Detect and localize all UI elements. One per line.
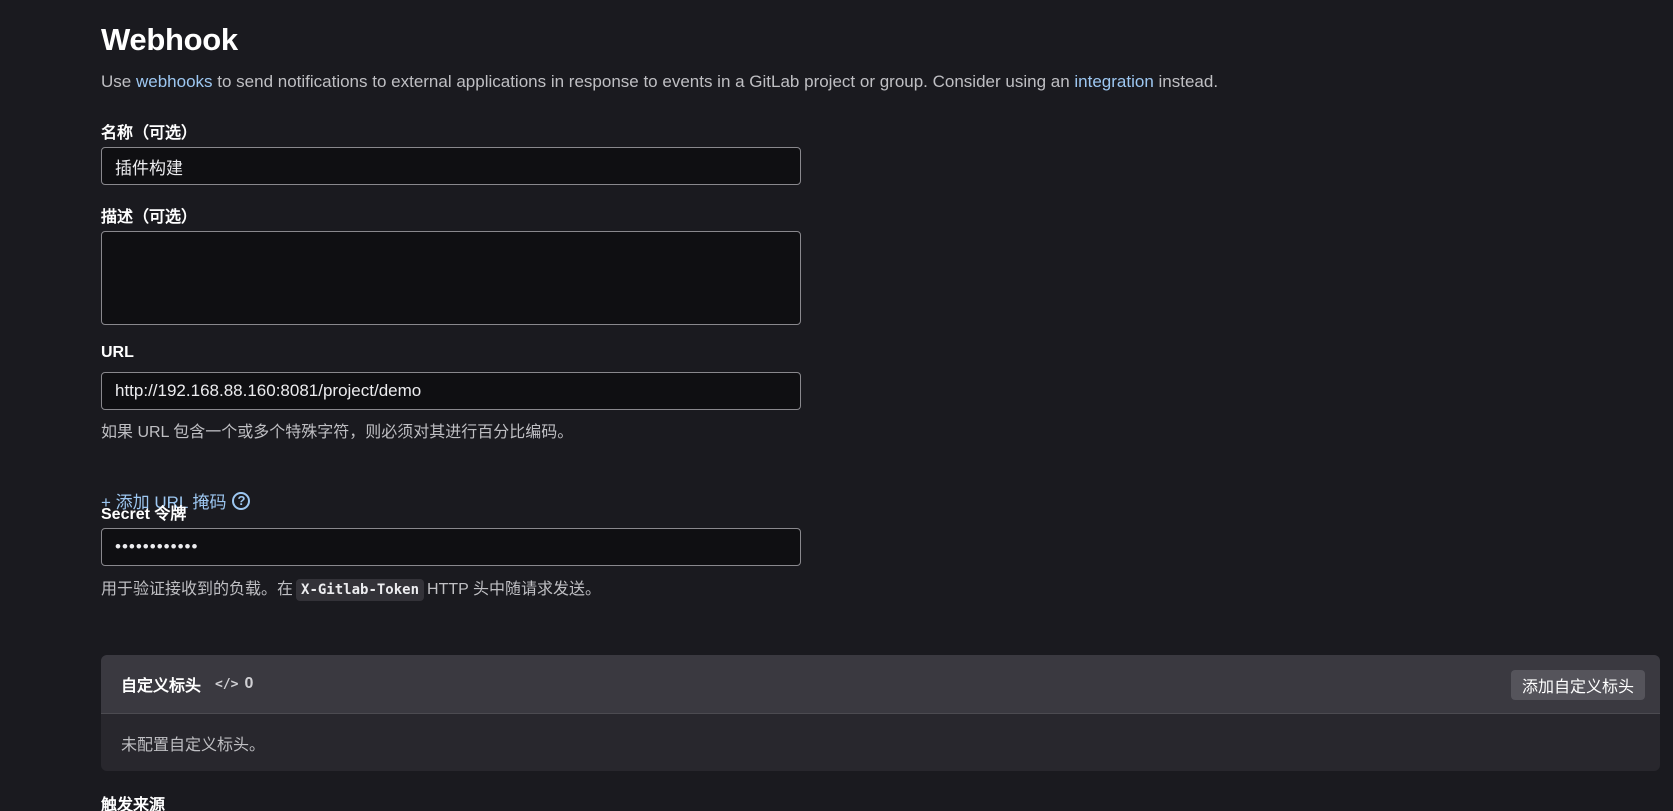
description-label: 描述（可选） (101, 209, 198, 226)
question-circle-icon[interactable]: ? (232, 491, 251, 510)
custom-headers-card: 自定义标头 </> 0 添加自定义标头 未配置自定义标头。 (101, 655, 1660, 771)
name-input[interactable]: 插件构建 (101, 147, 801, 185)
custom-headers-card-body: 未配置自定义标头。 (101, 714, 1660, 771)
page-title: Webhook (101, 22, 238, 57)
secret-token-input[interactable]: •••••••••••• (101, 528, 801, 566)
add-custom-header-button[interactable]: 添加自定义标头 (1510, 670, 1645, 700)
url-help-text: 如果 URL 包含一个或多个特殊字符，则必须对其进行百分比编码。 (101, 424, 574, 441)
url-input-value: http://192.168.88.160:8081/project/demo (115, 381, 422, 400)
url-label: URL (101, 344, 134, 361)
trigger-label: 触发来源 (101, 797, 166, 811)
custom-headers-count: </> 0 (215, 675, 253, 693)
intro-text: Use webhooks to send notifications to ex… (101, 72, 1218, 92)
webhook-page: Webhook Use webhooks to send notificatio… (0, 0, 1673, 811)
intro-suffix: instead. (1153, 72, 1219, 91)
integration-link[interactable]: integration (1074, 72, 1153, 91)
intro-middle: to send notifications to external applic… (212, 72, 1075, 91)
name-label: 名称（可选） (101, 125, 198, 142)
secret-label: Secret 令牌 (101, 506, 187, 523)
custom-headers-count-value: 0 (244, 675, 254, 692)
secret-help-code: X-Gitlab-Token (296, 579, 425, 601)
secret-help-suffix: HTTP 头中随请求发送。 (427, 581, 601, 598)
intro-prefix: Use (101, 72, 136, 91)
custom-headers-title: 自定义标头 (121, 678, 202, 695)
secret-help-text: 用于验证接收到的负载。在 X-Gitlab-Token HTTP 头中随请求发送。 (101, 575, 601, 601)
secret-token-value: •••••••••••• (115, 537, 199, 556)
url-input[interactable]: http://192.168.88.160:8081/project/demo (101, 372, 801, 410)
name-input-value: 插件构建 (115, 158, 183, 178)
code-icon: </> (215, 676, 239, 692)
webhooks-link[interactable]: webhooks (136, 72, 213, 91)
custom-headers-empty-text: 未配置自定义标头。 (121, 736, 266, 754)
secret-help-prefix: 用于验证接收到的负载。在 (101, 581, 294, 598)
description-textarea[interactable] (101, 231, 801, 325)
custom-headers-card-header: 自定义标头 </> 0 添加自定义标头 (101, 655, 1660, 714)
